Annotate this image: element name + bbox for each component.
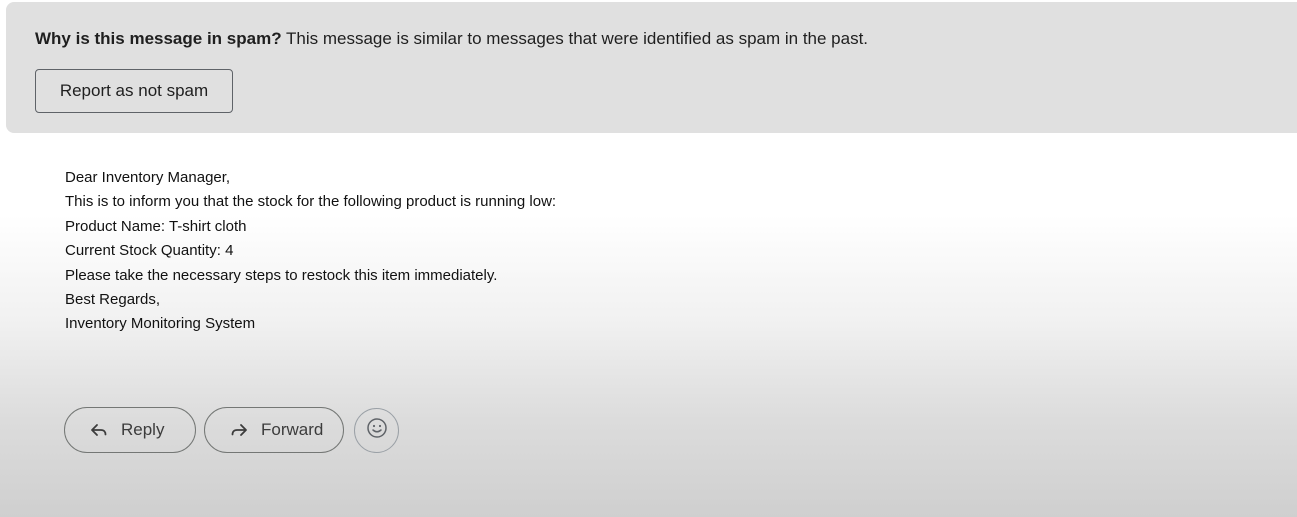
- spam-question: Why is this message in spam?: [35, 29, 282, 48]
- reply-arrow-icon: [89, 420, 109, 440]
- emoji-reaction-button[interactable]: [354, 407, 399, 453]
- email-line-request: Please take the necessary steps to resto…: [65, 266, 498, 284]
- email-line-stock-quantity: Current Stock Quantity: 4: [65, 242, 234, 260]
- email-line-closing: Best Regards,: [65, 291, 161, 309]
- spam-reason-text: Why is this message in spam? This messag…: [35, 29, 868, 49]
- reply-button[interactable]: Reply: [64, 407, 196, 453]
- forward-label: Forward: [261, 420, 324, 439]
- email-line-greeting: Dear Inventory Manager,: [65, 169, 231, 186]
- email-line-signature: Inventory Monitoring System: [65, 315, 256, 333]
- spam-explanation: This message is similar to messages that…: [286, 29, 869, 48]
- reply-label: Reply: [121, 420, 165, 439]
- forward-arrow-icon: [229, 420, 249, 440]
- email-line-intro: This is to inform you that the stock for…: [65, 193, 557, 211]
- report-not-spam-button[interactable]: Report as not spam: [35, 69, 233, 113]
- forward-button[interactable]: Forward: [204, 407, 344, 453]
- message-actions: Reply Forward: [64, 407, 399, 453]
- email-body: Dear Inventory Manager, This is to infor…: [65, 166, 556, 337]
- spam-warning-banner: Why is this message in spam? This messag…: [6, 2, 1297, 133]
- emoji-smile-icon: [366, 417, 388, 444]
- email-line-product-name: Product Name: T-shirt cloth: [65, 217, 247, 235]
